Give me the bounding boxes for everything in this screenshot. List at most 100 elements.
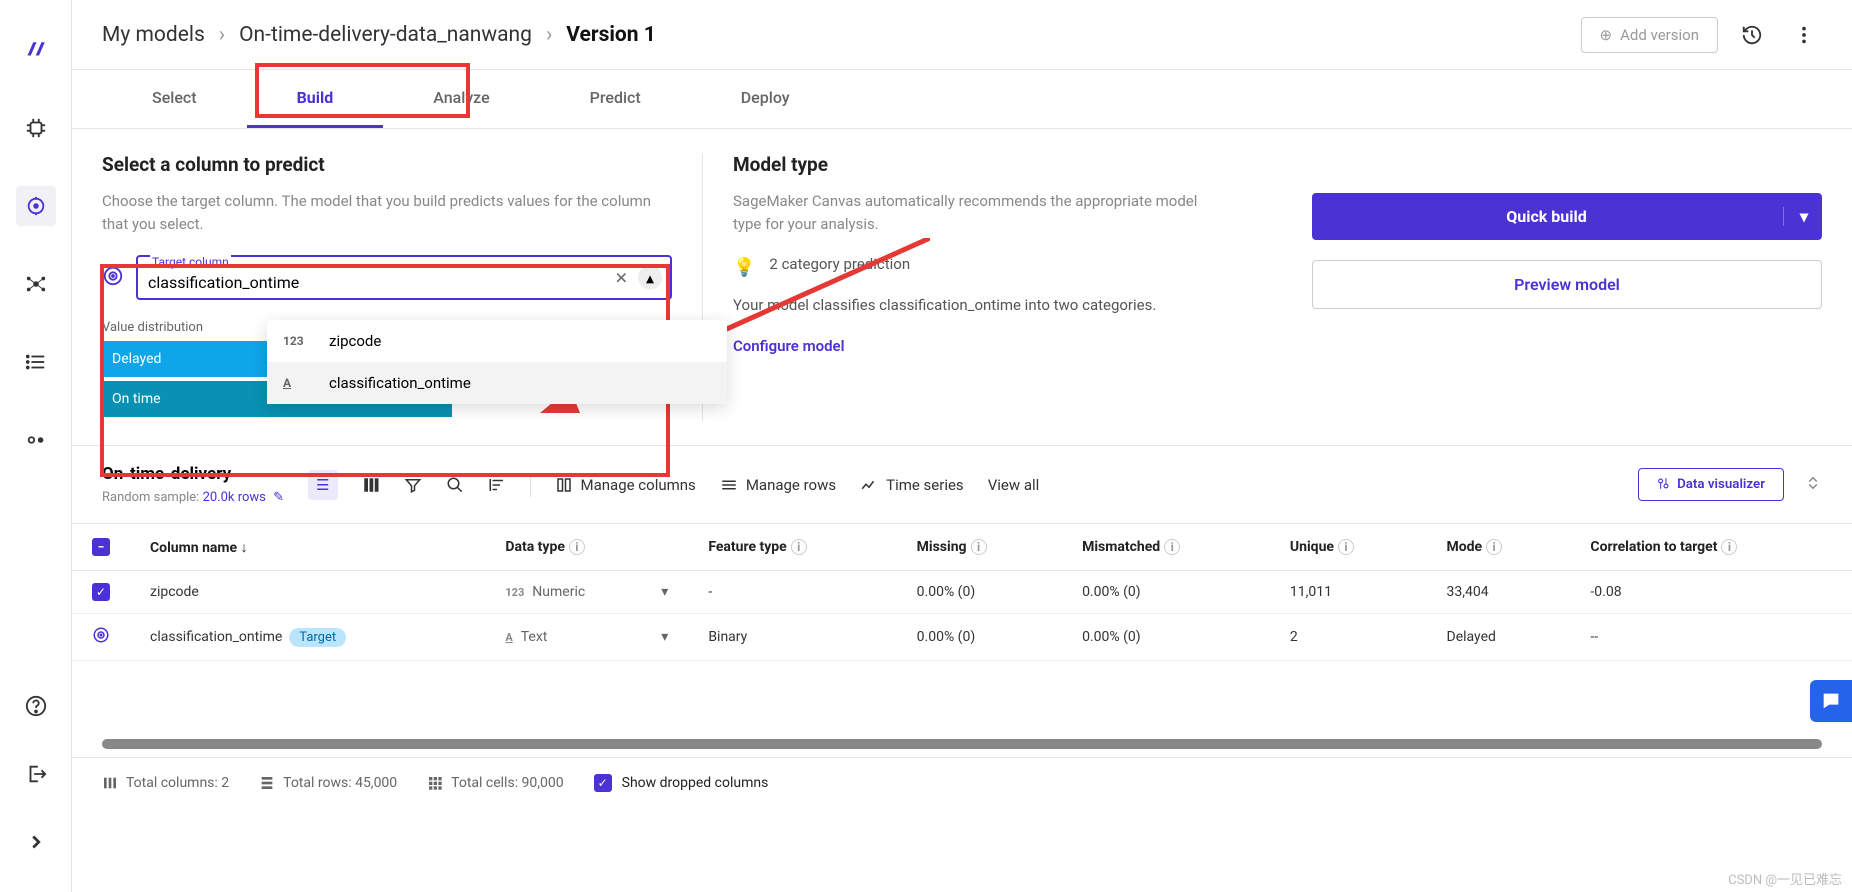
header-column-name[interactable]: Column name ↓ xyxy=(130,524,485,571)
target-nav-icon[interactable] xyxy=(16,186,56,226)
quick-build-label: Quick build xyxy=(1326,207,1767,226)
dropdown-caret-icon[interactable]: ▴ xyxy=(638,266,662,290)
edit-icon[interactable]: ✎ xyxy=(273,490,284,505)
total-rows: Total rows: 45,000 xyxy=(259,775,397,791)
dots-icon[interactable] xyxy=(16,420,56,460)
chevron-right-icon[interactable] xyxy=(16,822,56,862)
tab-select[interactable]: Select xyxy=(102,70,247,128)
list-view-icon[interactable]: ☰ xyxy=(308,470,337,500)
info-icon[interactable]: i xyxy=(971,539,987,555)
manage-rows-label: Manage rows xyxy=(746,476,836,494)
correlation: -0.08 xyxy=(1570,571,1852,614)
table-row[interactable]: zipcode 123Numeric▾ - 0.00% (0) 0.00% (0… xyxy=(72,571,1852,614)
clear-icon[interactable]: ✕ xyxy=(611,264,632,291)
chevron-right-icon: › xyxy=(219,23,225,47)
total-columns: Total columns: 2 xyxy=(102,775,229,791)
feature-type: Binary xyxy=(688,614,896,661)
info-icon[interactable]: i xyxy=(1164,539,1180,555)
tab-analyze[interactable]: Analyze xyxy=(383,70,539,128)
tab-predict[interactable]: Predict xyxy=(540,70,691,128)
topbar: My models › On-time-delivery-data_nanwan… xyxy=(72,0,1852,70)
header-mismatched: Mismatchedi xyxy=(1062,524,1270,571)
time-series[interactable]: Time series xyxy=(860,476,964,494)
network-icon[interactable] xyxy=(16,264,56,304)
sort-icon[interactable] xyxy=(488,476,506,494)
breadcrumb-root[interactable]: My models xyxy=(102,23,205,47)
header-mode: Modei xyxy=(1427,524,1571,571)
sample-label: Random sample: xyxy=(102,490,199,505)
dataset-toolbar: On-time-delivery Random sample: 20.0k ro… xyxy=(72,445,1852,523)
preview-model-button[interactable]: Preview model xyxy=(1312,260,1822,309)
dtype-select[interactable]: ▾ xyxy=(661,584,668,600)
logout-icon[interactable] xyxy=(16,754,56,794)
filter-icon[interactable] xyxy=(404,476,422,494)
info-icon[interactable]: i xyxy=(569,539,585,555)
plus-icon: ⊕ xyxy=(1600,26,1613,44)
numeric-type-icon: 123 xyxy=(505,586,524,599)
chevron-down-icon[interactable]: ▾ xyxy=(1783,207,1808,226)
dtype: Text xyxy=(521,629,548,645)
breadcrumb: My models › On-time-delivery-data_nanwan… xyxy=(102,23,656,47)
view-all[interactable]: View all xyxy=(988,476,1040,494)
dtype-select[interactable]: ▾ xyxy=(661,629,668,645)
more-icon[interactable] xyxy=(1786,17,1822,53)
data-viz-label: Data visualizer xyxy=(1677,477,1765,492)
header-unique: Uniquei xyxy=(1270,524,1427,571)
header-data-type: Data typei xyxy=(485,524,688,571)
header-missing: Missingi xyxy=(897,524,1062,571)
expand-icon[interactable] xyxy=(1804,474,1822,496)
table-row[interactable]: classification_ontime Target AText▾ Bina… xyxy=(72,614,1852,661)
lightbulb-icon: 💡 xyxy=(733,257,755,278)
data-visualizer-button[interactable]: ⫯⫰ Data visualizer xyxy=(1638,468,1784,501)
select-all-checkbox[interactable] xyxy=(92,538,110,556)
breadcrumb-version: Version 1 xyxy=(566,23,656,47)
info-icon[interactable]: i xyxy=(1486,539,1502,555)
breadcrumb-model[interactable]: On-time-delivery-data_nanwang xyxy=(239,23,532,47)
manage-rows[interactable]: Manage rows xyxy=(720,476,836,494)
info-icon[interactable]: i xyxy=(791,539,807,555)
target-column-field[interactable]: Target column ✕ ▴ xyxy=(136,255,672,300)
list-icon[interactable] xyxy=(16,342,56,382)
help-icon[interactable] xyxy=(16,686,56,726)
mismatched: 0.00% (0) xyxy=(1062,614,1270,661)
model-desc: Your model classifies classification_ont… xyxy=(733,294,1222,317)
dropdown-item-label: zipcode xyxy=(329,332,381,350)
dataset-name: On-time-delivery xyxy=(102,464,284,484)
chat-fab[interactable] xyxy=(1810,680,1852,722)
show-dropped-checkbox[interactable] xyxy=(594,774,612,792)
unique: 11,011 xyxy=(1270,571,1427,614)
feature-type: - xyxy=(688,571,896,614)
search-icon[interactable] xyxy=(446,476,464,494)
row-checkbox[interactable] xyxy=(92,583,110,601)
dropdown-item-zipcode[interactable]: 123 zipcode xyxy=(267,320,727,362)
grid-view-icon[interactable] xyxy=(362,476,380,494)
chart-icon: ⫯⫰ xyxy=(1657,477,1669,492)
mode: Delayed xyxy=(1427,614,1571,661)
add-version-button[interactable]: ⊕ Add version xyxy=(1581,17,1718,53)
history-icon[interactable] xyxy=(1734,17,1770,53)
info-icon[interactable]: i xyxy=(1338,539,1354,555)
header-feature-type: Feature typei xyxy=(688,524,896,571)
sample-rows[interactable]: 20.0k rows xyxy=(203,490,266,505)
tab-build[interactable]: Build xyxy=(247,70,384,128)
dropdown-item-classification[interactable]: A classification_ontime xyxy=(267,362,727,404)
tab-deploy[interactable]: Deploy xyxy=(691,70,840,128)
logo-icon[interactable] xyxy=(16,30,56,70)
show-dropped-toggle[interactable]: Show dropped columns xyxy=(594,774,769,792)
unique: 2 xyxy=(1270,614,1427,661)
col-name: zipcode xyxy=(130,571,485,614)
mismatched: 0.00% (0) xyxy=(1062,571,1270,614)
time-series-label: Time series xyxy=(886,476,964,494)
predict-title: Select a column to predict xyxy=(102,153,672,176)
horizontal-scrollbar[interactable] xyxy=(102,739,1822,749)
total-cells: Total cells: 90,000 xyxy=(427,775,563,791)
quick-build-button[interactable]: Quick build ▾ xyxy=(1312,193,1822,240)
chip-icon[interactable] xyxy=(16,108,56,148)
configure-model-link[interactable]: Configure model xyxy=(733,337,1222,355)
show-dropped-label: Show dropped columns xyxy=(622,775,769,791)
manage-cols-label: Manage columns xyxy=(581,476,696,494)
text-type-icon: A xyxy=(283,376,313,390)
sidebar xyxy=(0,0,72,892)
manage-columns[interactable]: Manage columns xyxy=(555,476,696,494)
info-icon[interactable]: i xyxy=(1721,539,1737,555)
